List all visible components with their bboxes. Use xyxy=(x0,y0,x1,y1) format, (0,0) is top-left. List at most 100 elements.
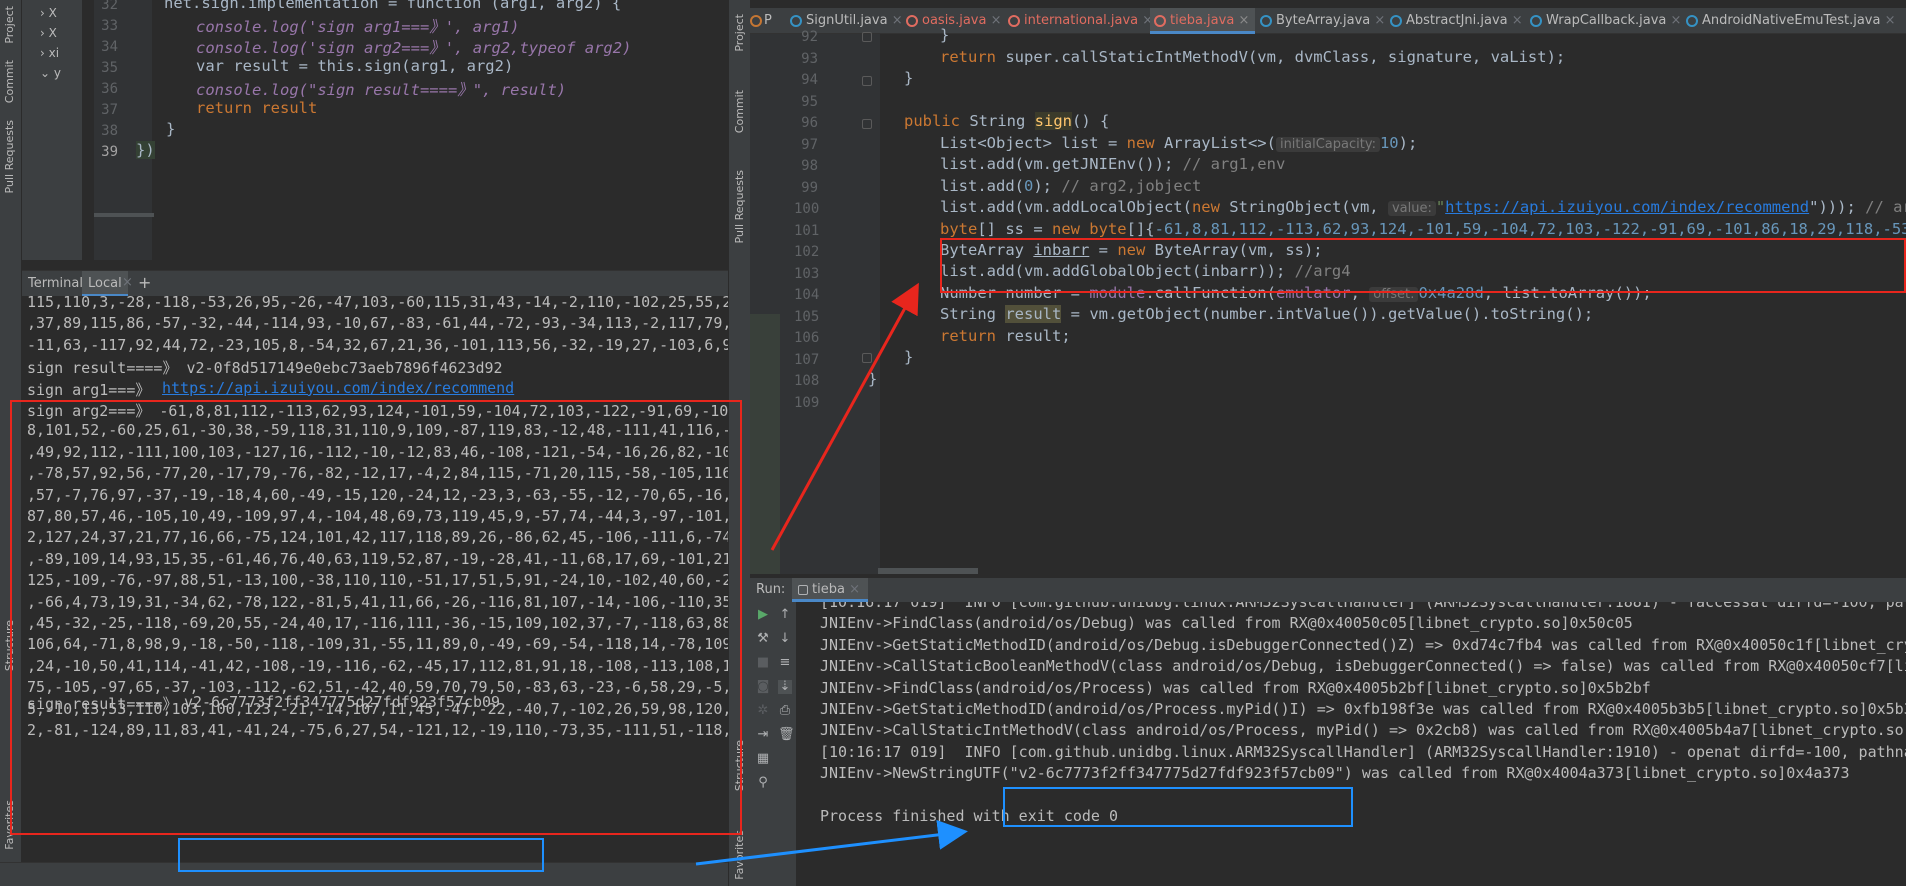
add-terminal-button[interactable]: + xyxy=(138,273,151,292)
fold-marker[interactable] xyxy=(862,32,872,42)
tree-item[interactable]: › X xyxy=(40,26,57,40)
tree-item[interactable]: ⌄ y xyxy=(40,66,61,80)
pull-requests-tool-button[interactable]: Pull Requests xyxy=(3,120,16,193)
line-number: 34 xyxy=(101,39,118,55)
console-line: JNIEnv->FindClass(android/os/Process) wa… xyxy=(820,678,1651,697)
console-line: JNIEnv->FindClass(android/os/Debug) was … xyxy=(820,614,1633,633)
code-line-101: byte[] ss = new byte[]{-61,8,81,112,-113… xyxy=(940,220,1906,238)
tab-bytearray[interactable]: ByteArray.java × xyxy=(1256,8,1385,34)
close-icon[interactable]: × xyxy=(849,582,860,597)
bottom-tool-bar xyxy=(0,862,728,886)
close-icon[interactable]: × xyxy=(892,13,903,28)
run-console-output[interactable]: [10:16:17 019] INFO [com.github.unidbg.l… xyxy=(796,602,1906,886)
stop-icon: ■ xyxy=(756,655,770,670)
close-icon[interactable]: × xyxy=(1238,13,1249,28)
fold-marker[interactable] xyxy=(862,119,872,129)
close-icon[interactable]: × xyxy=(1671,13,1682,28)
tab-androidnativeemutest[interactable]: AndroidNativeEmuTest.java × xyxy=(1682,8,1896,34)
line-number: 98 xyxy=(801,158,818,174)
terminal-line: ,-89,109,14,93,15,35,-61,46,76,40,63,119… xyxy=(27,549,728,568)
pin-icon[interactable]: ⚲ xyxy=(756,776,770,790)
chevron-down-icon: ⌄ xyxy=(40,66,54,80)
terminal-line: 2,127,24,37,21,77,16,66,-75,124,101,42,1… xyxy=(27,528,728,547)
console-line: Process finished with exit code 0 xyxy=(820,807,1119,825)
close-icon[interactable]: × xyxy=(1374,13,1385,28)
debug-icon: ✲ xyxy=(757,703,769,718)
line-number: 93 xyxy=(801,50,818,67)
line-number: 100 xyxy=(794,201,820,217)
line-number: 109 xyxy=(794,394,820,411)
tab-p[interactable]: P xyxy=(750,8,772,34)
run-toolbar: ▶ ↑ ⚒ ↓ ■ ≡ ◙ ⇣ ✲ ⎙ ⇥ 🗑 ▦ ⚲ xyxy=(750,602,796,886)
camera-icon: ◙ xyxy=(756,679,770,694)
fold-marker[interactable] xyxy=(862,353,872,363)
project-tool-button-2[interactable]: Project xyxy=(733,14,746,52)
terminal-line: 106,64,-71,8,98,9,-18,-50,-118,-109,31,-… xyxy=(27,635,728,654)
print-icon[interactable]: ⎙ xyxy=(778,704,792,718)
layout-icon[interactable]: ▦ xyxy=(756,752,770,766)
horizontal-scrollbar[interactable] xyxy=(878,568,978,574)
structure-tool-button[interactable]: Structure xyxy=(3,620,16,671)
soft-wrap-icon[interactable]: ≡ xyxy=(778,656,792,670)
close-icon[interactable]: × xyxy=(1512,13,1523,28)
terminal-line: ,49,92,112,-111,100,103,-127,16,-112,-10… xyxy=(27,442,728,461)
java-class-icon xyxy=(1260,15,1272,27)
code-line: } xyxy=(166,120,176,138)
java-class-icon xyxy=(1008,15,1020,27)
arrow-up-icon[interactable]: ↑ xyxy=(778,608,792,622)
close-icon[interactable]: × xyxy=(991,13,1002,28)
project-tool-button[interactable]: Project xyxy=(3,6,16,44)
close-icon[interactable]: × xyxy=(1885,13,1896,28)
terminal-line: ,-78,57,92,56,-77,20,-17,79,-76,-82,-12,… xyxy=(27,464,728,483)
exit-icon[interactable]: ⇥ xyxy=(756,728,770,742)
java-editor[interactable]: 92 93 94 95 96 97 98 99 100 101 102 103 104 105 106 107… xyxy=(750,26,1906,574)
tree-item[interactable]: › xi xyxy=(40,46,59,60)
structure-tool-button-2[interactable]: Structure xyxy=(733,740,746,791)
rerun-icon[interactable]: ▶ xyxy=(756,608,770,622)
favorites-tool-button[interactable]: Favorites xyxy=(3,800,16,850)
url-link[interactable]: https://api.izuiyou.com/index/recommend xyxy=(1445,198,1809,216)
terminal-output[interactable]: 115,110,3,-28,-118,-53,26,95,-26,-47,103… xyxy=(22,296,728,862)
chevron-right-icon: › xyxy=(40,6,49,20)
left-tool-strip: Project Commit Pull Requests Structure F… xyxy=(0,0,22,886)
pull-requests-tool-button-2[interactable]: Pull Requests xyxy=(733,170,746,243)
favorites-tool-button-2[interactable]: Favorites xyxy=(733,830,746,880)
line-number: 92 xyxy=(801,29,818,45)
horizontal-scrollbar[interactable] xyxy=(94,213,154,217)
code-line-94: } xyxy=(904,69,914,87)
tab-wrapcallback[interactable]: WrapCallback.java × xyxy=(1526,8,1681,34)
run-label: Run: xyxy=(756,582,786,597)
tree-item[interactable]: › X xyxy=(40,6,57,20)
run-tab-tieba[interactable]: tieba × xyxy=(792,578,868,602)
wrench-icon[interactable]: ⚒ xyxy=(756,632,770,646)
console-line: JNIEnv->CallStaticBooleanMethodV(class a… xyxy=(820,657,1906,676)
code-line: console.log('sign arg1===》', arg1) xyxy=(196,18,520,36)
terminal-line: 125,-109,-76,-97,88,51,-13,100,-38,110,1… xyxy=(27,571,728,590)
terminal-tab-local[interactable]: Local xyxy=(82,271,128,297)
commit-tool-button[interactable]: Commit xyxy=(3,60,16,103)
arrow-down-icon[interactable]: ↓ xyxy=(778,632,792,646)
fold-marker[interactable] xyxy=(862,76,872,86)
tab-abstractjni[interactable]: AbstractJni.java × xyxy=(1386,8,1523,34)
code-line-103: list.add(vm.addGlobalObject(inbarr)); //… xyxy=(940,262,1351,280)
code-line-102: ByteArray inbarr = new ByteArray(vm, ss)… xyxy=(940,241,1323,259)
trash-icon[interactable]: 🗑 xyxy=(778,728,795,742)
js-editor[interactable]: 32 33 34 35 36 37 38 39 net.sign.impleme… xyxy=(94,0,728,260)
line-number: 96 xyxy=(801,115,818,131)
code-line-108: } xyxy=(868,370,878,388)
commit-tool-button-2[interactable]: Commit xyxy=(733,90,746,133)
tab-tieba[interactable]: tieba.java × xyxy=(1150,8,1256,34)
java-class-icon xyxy=(1686,15,1698,27)
close-icon[interactable]: × xyxy=(122,275,133,290)
code-line: return result xyxy=(196,99,318,117)
arg1-url[interactable]: https://api.izuiyou.com/index/recommend xyxy=(162,379,514,397)
tab-oasis[interactable]: oasis.java × xyxy=(902,8,1002,34)
tab-international[interactable]: international.java × xyxy=(1004,8,1153,34)
file-icon xyxy=(750,15,762,27)
terminal-line: 8,101,52,-60,25,61,-30,38,-59,118,31,110… xyxy=(27,421,728,440)
scroll-to-end-icon[interactable]: ⇣ xyxy=(778,680,792,694)
terminal-line: 87,80,57,46,-105,10,49,-109,97,4,-104,48… xyxy=(27,507,728,525)
line-number: 35 xyxy=(101,60,118,76)
line-number: 102 xyxy=(794,244,820,260)
code-line-107: } xyxy=(904,348,914,366)
